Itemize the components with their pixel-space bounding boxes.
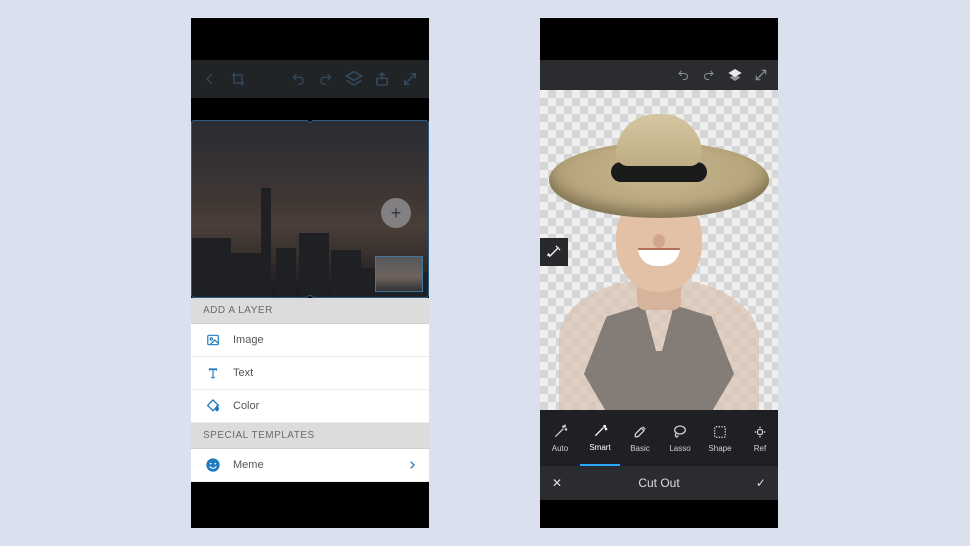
cutout-bottom-bar: ✕ Cut Out ✓ (540, 466, 778, 500)
tool-label: Lasso (669, 444, 690, 453)
tool-label: Shape (708, 444, 731, 453)
left-top-toolbar (191, 60, 429, 98)
skyline-shape (261, 188, 271, 298)
tool-shape[interactable]: Shape (700, 410, 740, 466)
plus-icon: + (391, 203, 402, 224)
skyline-shape (276, 248, 296, 298)
right-phone-frame: Auto Smart Basic Lasso Shape (540, 18, 778, 528)
brush-icon (631, 423, 649, 441)
left-canvas[interactable]: + (191, 120, 429, 298)
back-icon[interactable] (199, 68, 221, 90)
right-canvas[interactable] (540, 90, 778, 410)
subject-mouth (638, 248, 680, 266)
expand-icon[interactable] (399, 68, 421, 90)
add-layer-header: ADD A LAYER (191, 298, 429, 324)
row-label: Image (233, 334, 264, 346)
share-icon[interactable] (371, 68, 393, 90)
redo-icon[interactable] (315, 68, 337, 90)
cutout-tool-strip: Auto Smart Basic Lasso Shape (540, 410, 778, 466)
row-image[interactable]: Image (191, 324, 429, 357)
shape-icon (711, 423, 729, 441)
tool-label: Auto (552, 444, 568, 453)
cutout-subject (549, 110, 769, 410)
tool-label: Smart (589, 443, 610, 452)
row-label: Meme (233, 459, 264, 471)
skyline-shape (299, 233, 329, 298)
skyline-shape (191, 238, 231, 298)
bottom-title: Cut Out (638, 476, 679, 490)
undo-icon[interactable] (674, 66, 692, 84)
image-icon (203, 332, 223, 348)
row-label: Text (233, 367, 253, 379)
undo-icon[interactable] (287, 68, 309, 90)
tool-refine[interactable]: Ref (740, 410, 778, 466)
left-phone-frame: + ADD A LAYER Image Text Color SPECIAL T… (191, 18, 429, 528)
tool-auto[interactable]: Auto (540, 410, 580, 466)
auto-wand-icon (551, 423, 569, 441)
add-layer-button[interactable]: + (381, 198, 411, 228)
close-button[interactable]: ✕ (552, 476, 562, 490)
resize-handle-br[interactable] (426, 295, 429, 298)
letterbox (540, 500, 778, 528)
row-label: Color (233, 400, 259, 412)
crop-icon[interactable] (227, 68, 249, 90)
subject-nose (653, 234, 665, 248)
layers-icon[interactable] (726, 66, 744, 84)
resize-handle-tl[interactable] (191, 120, 194, 123)
refine-icon (751, 423, 769, 441)
chevron-right-icon (407, 459, 417, 471)
tool-label: Ref (754, 444, 766, 453)
tool-basic[interactable]: Basic (620, 410, 660, 466)
layer-options-panel: ADD A LAYER Image Text Color SPECIAL TEM… (191, 298, 429, 482)
special-templates-header: SPECIAL TEMPLATES (191, 423, 429, 449)
subject-hat-crown (616, 114, 702, 166)
lasso-icon (671, 423, 689, 441)
magic-wand-badge[interactable] (540, 238, 568, 266)
tool-label: Basic (630, 444, 650, 453)
smart-wand-icon (591, 422, 609, 440)
right-top-toolbar (540, 60, 778, 90)
skyline-shape (331, 250, 361, 298)
row-color[interactable]: Color (191, 390, 429, 423)
tool-lasso[interactable]: Lasso (660, 410, 700, 466)
resize-handle-tc[interactable] (307, 120, 314, 123)
meme-icon (203, 457, 223, 473)
layers-icon[interactable] (343, 68, 365, 90)
text-icon (203, 365, 223, 381)
tool-smart[interactable]: Smart (580, 410, 620, 466)
redo-icon[interactable] (700, 66, 718, 84)
layer-thumbnail[interactable] (375, 256, 423, 292)
confirm-button[interactable]: ✓ (756, 476, 766, 490)
paint-bucket-icon (203, 398, 223, 414)
resize-handle-bc[interactable] (307, 295, 314, 298)
skyline-shape (231, 253, 261, 298)
row-text[interactable]: Text (191, 357, 429, 390)
expand-icon[interactable] (752, 66, 770, 84)
row-meme[interactable]: Meme (191, 449, 429, 482)
resize-handle-tr[interactable] (426, 120, 429, 123)
